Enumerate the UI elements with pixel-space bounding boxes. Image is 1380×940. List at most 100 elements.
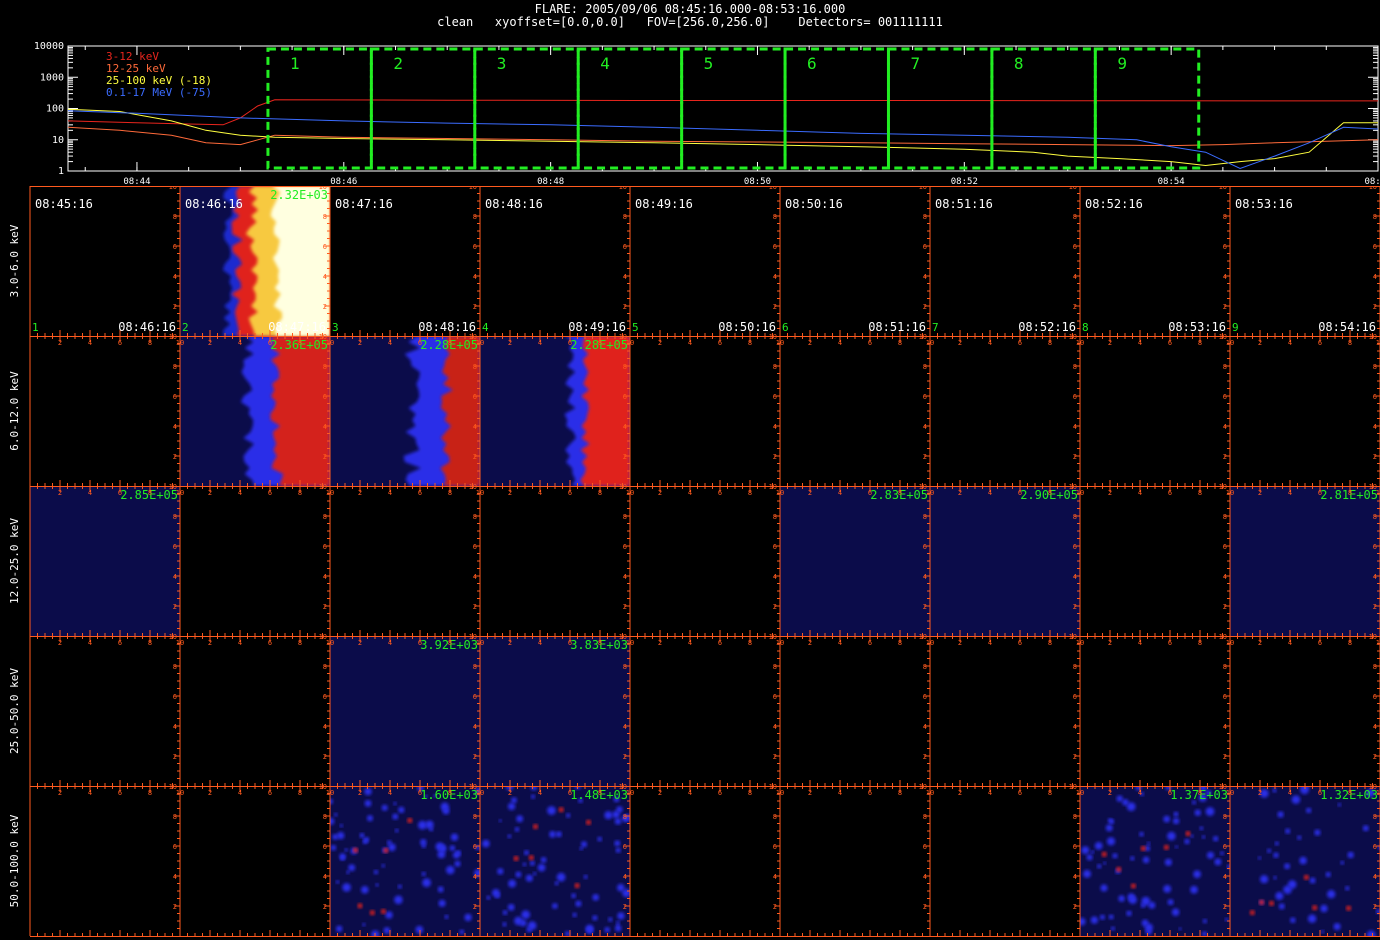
axis-tick-label: 10 [319, 783, 327, 791]
axis-tick-label: 2 [323, 903, 327, 911]
axis-tick-label: 6 [773, 393, 777, 401]
axis-tick-label: 8 [148, 639, 152, 647]
axis-tick-label: 2 [1373, 903, 1377, 911]
speckle [425, 820, 434, 829]
axis-tick-label: 2 [1373, 753, 1377, 761]
panel-image [930, 486, 1080, 636]
speckle [1283, 885, 1292, 894]
hot-spot [1116, 866, 1122, 872]
axis-tick-label: 10 [469, 483, 477, 491]
axis-tick-label: 6 [923, 243, 927, 251]
axis-tick-label: 2 [958, 639, 962, 647]
speckle [547, 806, 556, 815]
hot-spot [380, 909, 386, 914]
axis-tick-label: 10 [169, 483, 177, 491]
axis-tick-label: 4 [773, 423, 777, 431]
interval-label: 6 [807, 54, 817, 73]
axis-tick-label: 6 [718, 489, 722, 497]
speckle [1206, 851, 1215, 859]
speckle [1175, 845, 1178, 849]
axis-tick-label: 2 [923, 753, 927, 761]
axis-tick-label: 8 [1373, 213, 1377, 221]
axis-tick-label: 8 [898, 339, 902, 347]
axis-tick-label: 6 [1223, 543, 1227, 551]
speckle [615, 847, 621, 853]
hot-spot [528, 855, 534, 861]
column-end-time: 08:52:16 [1018, 320, 1076, 334]
column-start-time: 08:50:16 [785, 197, 843, 211]
speckle [614, 818, 622, 825]
interval-label: 2 [393, 54, 403, 73]
axis-tick-label: 4 [473, 573, 477, 581]
axis-tick-label: 2 [1108, 639, 1112, 647]
axis-tick-label: 4 [1073, 723, 1077, 731]
speckle [373, 869, 379, 875]
speckle [1325, 871, 1331, 878]
speckle [339, 824, 343, 828]
axis-tick-label: 6 [923, 693, 927, 701]
speckle [1347, 851, 1354, 859]
x-tick-label: 08:48 [537, 177, 564, 186]
speckle [1199, 826, 1204, 831]
axis-tick-label: 8 [1198, 789, 1202, 797]
column-end-time: 08:51:16 [868, 320, 926, 334]
axis-tick-label: 10 [619, 783, 627, 791]
emission-layer-2 [270, 336, 330, 486]
axis-tick-label: 6 [418, 339, 422, 347]
column-start-time: 08:52:16 [1085, 197, 1143, 211]
speckle [1142, 856, 1150, 864]
axis-tick-label: 6 [923, 543, 927, 551]
speckle [521, 910, 531, 919]
axis-tick-label: 4 [838, 489, 842, 497]
axis-tick-label: 6 [568, 339, 572, 347]
axis-tick-label: 8 [323, 813, 327, 821]
axis-tick-label: 2 [1373, 303, 1377, 311]
axis-tick-label: 8 [748, 489, 752, 497]
axis-tick-label: 4 [773, 573, 777, 581]
axis-tick-label: 4 [1373, 423, 1377, 431]
axis-tick-label: 10 [1219, 483, 1227, 491]
speckle [437, 886, 444, 893]
axis-tick-label: 2 [658, 789, 662, 797]
axis-tick-label: 8 [623, 513, 627, 521]
speckle [549, 830, 556, 838]
speckle [1285, 828, 1291, 834]
panel-image [330, 786, 480, 936]
speckle [527, 921, 537, 930]
speckle [1193, 870, 1201, 879]
axis-tick-label: 6 [118, 489, 122, 497]
axis-tick-label: 10 [469, 186, 477, 191]
axis-tick-label: 8 [1223, 213, 1227, 221]
axis-tick-label: 4 [323, 273, 327, 281]
axis-tick-label: 2 [773, 603, 777, 611]
speckle [454, 860, 461, 867]
speckle [511, 797, 517, 804]
axis-tick-label: 8 [1048, 339, 1052, 347]
axis-tick-label: 4 [623, 723, 627, 731]
speckle [330, 844, 337, 851]
column-end-time: 08:53:16 [1168, 320, 1226, 334]
axis-tick-label: 4 [323, 573, 327, 581]
column-end-time: 08:48:16 [418, 320, 476, 334]
panel-background [1230, 486, 1380, 636]
axis-tick-label: 2 [773, 303, 777, 311]
axis-tick-label: 2 [1258, 339, 1262, 347]
speckle [442, 807, 450, 815]
axis-tick-label: 4 [623, 573, 627, 581]
axis-tick-label: 8 [773, 363, 777, 371]
speckle [392, 813, 399, 820]
speckle [583, 874, 588, 879]
axis-tick-label: 6 [568, 789, 572, 797]
hot-spot [513, 856, 519, 861]
axis-tick-label: 2 [923, 603, 927, 611]
speckle [530, 794, 536, 799]
interval-box [369, 47, 477, 170]
axis-tick-label: 6 [173, 693, 177, 701]
speckle [366, 815, 374, 822]
speckle [1128, 895, 1137, 905]
axis-tick-label: 6 [1223, 843, 1227, 851]
axis-tick-label: 10 [769, 483, 777, 491]
speckle [575, 900, 582, 907]
interval-label: 3 [497, 54, 507, 73]
axis-tick-label: 8 [923, 663, 927, 671]
